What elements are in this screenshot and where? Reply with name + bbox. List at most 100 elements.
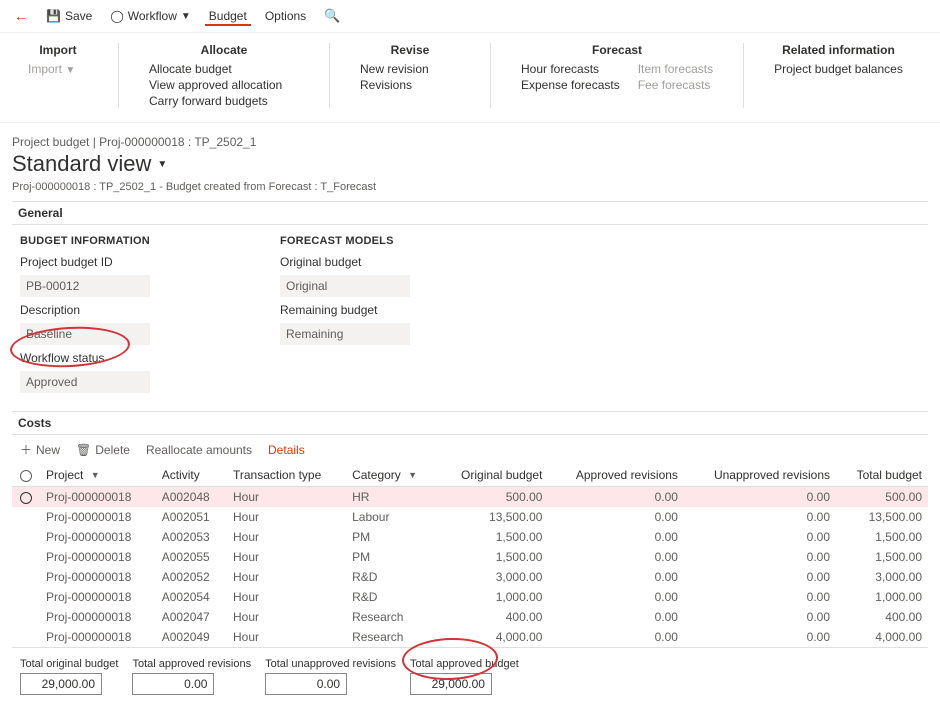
carry-forward-budgets-link[interactable]: Carry forward budgets bbox=[149, 94, 299, 108]
cell-total: 1,500.00 bbox=[836, 527, 928, 547]
allocate-budget-link[interactable]: Allocate budget bbox=[149, 62, 299, 76]
reallocate-button[interactable]: Reallocate amounts bbox=[146, 443, 252, 457]
tab-options[interactable]: Options bbox=[261, 7, 310, 25]
table-row[interactable]: Proj-000000018A002055HourPM1,500.000.000… bbox=[12, 547, 928, 567]
table-row[interactable]: Proj-000000018A002053HourPM1,500.000.000… bbox=[12, 527, 928, 547]
cell-category: Research bbox=[346, 627, 437, 648]
page-title[interactable]: Standard view ▼ bbox=[12, 151, 928, 177]
table-row[interactable]: Proj-000000018A002054HourR&D1,000.000.00… bbox=[12, 587, 928, 607]
filter-icon[interactable]: ▼ bbox=[91, 470, 100, 480]
row-selector[interactable] bbox=[20, 492, 32, 504]
cell-total: 400.00 bbox=[836, 607, 928, 627]
cell-txn: Hour bbox=[227, 487, 346, 508]
back-button[interactable]: ← bbox=[10, 6, 32, 26]
group-revise: Revise New revision Revisions bbox=[360, 43, 460, 108]
new-revision-link[interactable]: New revision bbox=[360, 62, 460, 76]
revisions-link[interactable]: Revisions bbox=[360, 78, 460, 92]
total-approved-budget-value[interactable]: 29,000.00 bbox=[410, 673, 492, 695]
table-row[interactable]: Proj-000000018A002049HourResearch4,000.0… bbox=[12, 627, 928, 648]
description-field[interactable]: Baseline bbox=[20, 323, 150, 345]
group-import-title: Import bbox=[28, 43, 88, 57]
panel-general-header[interactable]: General bbox=[12, 201, 928, 225]
budget-info-heading: BUDGET INFORMATION bbox=[20, 235, 220, 247]
delete-button[interactable]: 🗑 Delete bbox=[76, 443, 130, 457]
original-budget-label: Original budget bbox=[280, 255, 480, 269]
table-row[interactable]: Proj-000000018A002047HourResearch400.000… bbox=[12, 607, 928, 627]
cell-category: HR bbox=[346, 487, 437, 508]
cell-appr: 0.00 bbox=[548, 607, 683, 627]
col-approved-revisions[interactable]: Approved revisions bbox=[548, 464, 683, 487]
workflow-status-label: Workflow status bbox=[20, 351, 220, 365]
col-unapproved-revisions[interactable]: Unapproved revisions bbox=[684, 464, 836, 487]
col-original-budget[interactable]: Original budget bbox=[438, 464, 549, 487]
panel-costs-header[interactable]: Costs bbox=[12, 411, 928, 435]
new-button[interactable]: ＋ New bbox=[20, 441, 60, 458]
cell-project: Proj-000000018 bbox=[40, 487, 156, 508]
project-budget-balances-link[interactable]: Project budget balances bbox=[774, 62, 903, 76]
cell-activity: A002052 bbox=[156, 567, 227, 587]
separator bbox=[490, 43, 491, 108]
chevron-down-icon: ▼ bbox=[157, 159, 167, 170]
forecast-models-heading: FORECAST MODELS bbox=[280, 235, 480, 247]
details-button[interactable]: Details bbox=[268, 443, 305, 457]
cell-total: 4,000.00 bbox=[836, 627, 928, 648]
save-button[interactable]: 💾 Save bbox=[42, 7, 96, 25]
cell-category: R&D bbox=[346, 567, 437, 587]
separator bbox=[118, 43, 119, 108]
search-button[interactable]: 🔍 bbox=[320, 6, 344, 26]
total-original-label: Total original budget bbox=[20, 658, 118, 670]
save-icon: 💾 bbox=[46, 9, 61, 23]
separator bbox=[743, 43, 744, 108]
table-row[interactable]: Proj-000000018A002051HourLabour13,500.00… bbox=[12, 507, 928, 527]
cell-txn: Hour bbox=[227, 507, 346, 527]
cell-project: Proj-000000018 bbox=[40, 547, 156, 567]
total-original-value[interactable]: 29,000.00 bbox=[20, 673, 102, 695]
filter-icon[interactable]: ▼ bbox=[408, 470, 417, 480]
cell-orig: 1,500.00 bbox=[438, 547, 549, 567]
import-menu[interactable]: Import ▼ bbox=[28, 62, 88, 76]
plus-icon: ＋ bbox=[20, 441, 32, 458]
col-select[interactable] bbox=[12, 464, 40, 487]
cell-total: 13,500.00 bbox=[836, 507, 928, 527]
cell-project: Proj-000000018 bbox=[40, 627, 156, 648]
cell-txn: Hour bbox=[227, 547, 346, 567]
col-project[interactable]: Project ▼ bbox=[40, 464, 156, 487]
project-budget-id-field[interactable]: PB-00012 bbox=[20, 275, 150, 297]
original-budget-field[interactable]: Original bbox=[280, 275, 410, 297]
remaining-budget-label: Remaining budget bbox=[280, 303, 480, 317]
separator bbox=[329, 43, 330, 108]
total-approved-rev-value[interactable]: 0.00 bbox=[132, 673, 214, 695]
table-row[interactable]: Proj-000000018A002052HourR&D3,000.000.00… bbox=[12, 567, 928, 587]
cell-appr: 0.00 bbox=[548, 487, 683, 508]
cell-orig: 1,000.00 bbox=[438, 587, 549, 607]
cell-appr: 0.00 bbox=[548, 587, 683, 607]
description-label: Description bbox=[20, 303, 220, 317]
fee-forecasts-link[interactable]: Fee forecasts bbox=[638, 78, 713, 92]
workflow-menu[interactable]: ◯ Workflow ▼ bbox=[106, 7, 194, 25]
cell-total: 500.00 bbox=[836, 487, 928, 508]
hour-forecasts-link[interactable]: Hour forecasts bbox=[521, 62, 620, 76]
table-row[interactable]: Proj-000000018A002048HourHR500.000.000.0… bbox=[12, 487, 928, 508]
chevron-down-icon: ▼ bbox=[181, 11, 191, 22]
workflow-status-field[interactable]: Approved bbox=[20, 371, 150, 393]
item-forecasts-link[interactable]: Item forecasts bbox=[638, 62, 713, 76]
cell-project: Proj-000000018 bbox=[40, 527, 156, 547]
total-unapproved-rev-value[interactable]: 0.00 bbox=[265, 673, 347, 695]
view-approved-allocation-link[interactable]: View approved allocation bbox=[149, 78, 299, 92]
cell-unappr: 0.00 bbox=[684, 527, 836, 547]
total-unapproved-rev-label: Total unapproved revisions bbox=[265, 658, 396, 670]
col-category[interactable]: Category ▼ bbox=[346, 464, 437, 487]
cell-txn: Hour bbox=[227, 607, 346, 627]
cost-grid: Project ▼ Activity Transaction type Cate… bbox=[12, 464, 928, 648]
remaining-budget-field[interactable]: Remaining bbox=[280, 323, 410, 345]
cell-project: Proj-000000018 bbox=[40, 567, 156, 587]
cell-orig: 4,000.00 bbox=[438, 627, 549, 648]
expense-forecasts-link[interactable]: Expense forecasts bbox=[521, 78, 620, 92]
col-total-budget[interactable]: Total budget bbox=[836, 464, 928, 487]
col-txn-type[interactable]: Transaction type bbox=[227, 464, 346, 487]
tab-budget[interactable]: Budget bbox=[205, 7, 251, 26]
cell-unappr: 0.00 bbox=[684, 587, 836, 607]
col-activity[interactable]: Activity bbox=[156, 464, 227, 487]
cell-txn: Hour bbox=[227, 527, 346, 547]
cell-activity: A002055 bbox=[156, 547, 227, 567]
